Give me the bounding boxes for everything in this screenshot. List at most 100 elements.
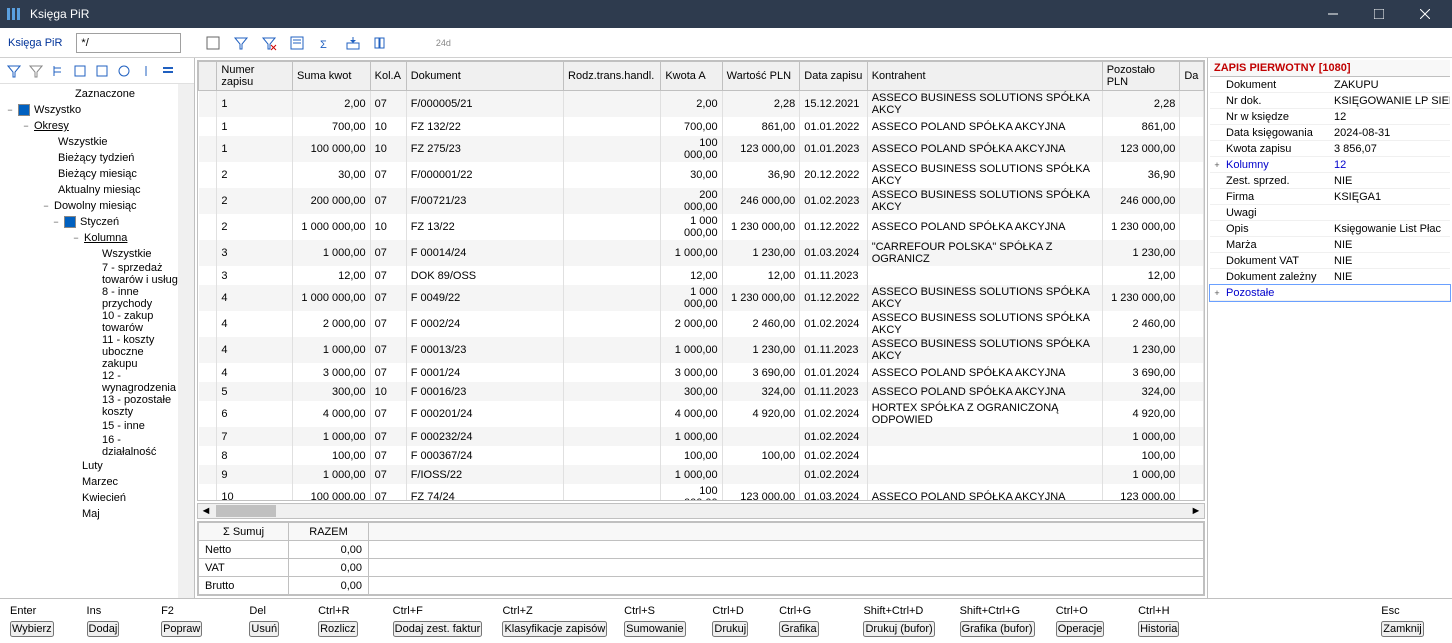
footer-button[interactable]: Klasyfikacje zapisów (502, 621, 607, 637)
search-input[interactable] (76, 33, 181, 53)
col-da[interactable]: Da (1180, 62, 1204, 91)
sb-filter-icon[interactable] (4, 61, 24, 81)
sb-tree-icon[interactable] (48, 61, 68, 81)
footer-button[interactable]: Drukuj (712, 621, 748, 637)
tree-marzec[interactable]: Marzec (80, 476, 118, 488)
import-icon[interactable] (341, 31, 365, 55)
tree-biez-mies[interactable]: Bieżący miesiąc (56, 168, 137, 180)
detail-row[interactable]: FirmaKSIĘGA1 (1210, 189, 1450, 205)
columns-icon[interactable] (369, 31, 393, 55)
footer-button[interactable]: Dodaj zest. faktur (393, 621, 483, 637)
table-row[interactable]: 2200 000,0007F/00721/23200 000,00246 000… (199, 188, 1204, 214)
footer-button[interactable]: Grafika (779, 621, 818, 637)
edit-icon[interactable] (285, 31, 309, 55)
minimize-button[interactable] (1310, 0, 1356, 28)
tree-k13[interactable]: 13 - pozostałe koszty (100, 394, 178, 418)
tree-k11[interactable]: 11 - koszty uboczne zakupu (100, 334, 178, 370)
table-row[interactable]: 43 000,0007F 0001/243 000,003 690,0001.0… (199, 363, 1204, 382)
tree-styczen[interactable]: Styczeń (78, 216, 119, 228)
grid-hscroll[interactable]: ◄► (197, 503, 1205, 519)
sb-settings-icon[interactable] (158, 61, 178, 81)
sb-collapse-icon[interactable] (92, 61, 112, 81)
tree-k15[interactable]: 15 - inne (100, 420, 145, 432)
footer-button[interactable]: Rozlicz (318, 621, 357, 637)
tree-k10[interactable]: 10 - zakup towarów (100, 310, 178, 334)
detail-row[interactable]: Nr dok.KSIĘGOWANIE LP SIER (1210, 93, 1450, 109)
sb-pin-icon[interactable] (136, 61, 156, 81)
tree-biez-tydz[interactable]: Bieżący tydzień (56, 152, 134, 164)
table-row[interactable]: 5300,0010F 00016/23300,00324,0001.11.202… (199, 382, 1204, 401)
table-row[interactable]: 21 000 000,0010FZ 13/221 000 000,001 230… (199, 214, 1204, 240)
detail-row[interactable]: Nr w księdze12 (1210, 109, 1450, 125)
col-sel[interactable] (199, 62, 217, 91)
tree-wszystko[interactable]: Wszystko (32, 104, 81, 116)
table-row[interactable]: 312,0007DOK 89/OSS12,0012,0001.11.202312… (199, 266, 1204, 285)
tree-k16[interactable]: 16 - działalność (100, 434, 178, 458)
maximize-button[interactable] (1356, 0, 1402, 28)
col-kwota[interactable]: Kwota A (661, 62, 722, 91)
col-kola[interactable]: Kol.A (370, 62, 406, 91)
tree-luty[interactable]: Luty (80, 460, 103, 472)
tree-scrollbar[interactable] (178, 84, 194, 598)
detail-row[interactable]: MarżaNIE (1210, 237, 1450, 253)
tree-k7[interactable]: 7 - sprzedaż towarów i usług (100, 262, 178, 286)
col-poz[interactable]: Pozostało PLN (1102, 62, 1180, 91)
col-dok[interactable]: Dokument (406, 62, 563, 91)
table-row[interactable]: 8100,0007F 000367/24100,00100,0001.02.20… (199, 446, 1204, 465)
tree-akt-mies[interactable]: Aktualny miesiąc (56, 184, 141, 196)
table-row[interactable]: 71 000,0007F 000232/241 000,0001.02.2024… (199, 427, 1204, 446)
detail-row[interactable]: +Kolumny12 (1210, 157, 1450, 173)
col-wart[interactable]: Wartość PLN (722, 62, 800, 91)
checkbox-toggle-icon[interactable] (201, 31, 225, 55)
table-row[interactable]: 12,0007F/000005/212,002,2815.12.2021ASSE… (199, 91, 1204, 118)
tree-okresy[interactable]: Okresy (32, 120, 69, 132)
footer-button[interactable]: Historia (1138, 621, 1179, 637)
footer-button[interactable]: Usuń (249, 621, 279, 637)
filter-icon[interactable] (229, 31, 253, 55)
table-row[interactable]: 41 000,0007F 00013/231 000,001 230,0001.… (199, 337, 1204, 363)
sb-expand-icon[interactable] (70, 61, 90, 81)
schedule-24d-icon[interactable]: 24d (431, 31, 455, 55)
sum-header[interactable]: Σ Sumuj (199, 523, 289, 541)
table-row[interactable]: 64 000,0007F 000201/244 000,004 920,0001… (199, 401, 1204, 427)
col-kontr[interactable]: Kontrahent (867, 62, 1102, 91)
tree-k12[interactable]: 12 - wynagrodzenia (100, 370, 178, 394)
footer-button[interactable]: Drukuj (bufor) (863, 621, 934, 637)
tree-k-wszystkie[interactable]: Wszystkie (100, 248, 152, 260)
col-data[interactable]: Data zapisu (800, 62, 867, 91)
tree-zaznaczone[interactable]: Zaznaczone (73, 88, 135, 100)
table-row[interactable]: 42 000,0007F 0002/242 000,002 460,0001.0… (199, 311, 1204, 337)
tree-dowolny[interactable]: Dowolny miesiąc (52, 200, 137, 212)
footer-button[interactable]: Wybierz (10, 621, 54, 637)
table-row[interactable]: 1100 000,0010FZ 275/23100 000,00123 000,… (199, 136, 1204, 162)
detail-row[interactable]: +Pozostałe (1210, 285, 1450, 301)
footer-button[interactable]: Popraw (161, 621, 202, 637)
table-row[interactable]: 1700,0010FZ 132/22700,00861,0001.01.2022… (199, 117, 1204, 136)
detail-row[interactable]: Data księgowania2024-08-31 (1210, 125, 1450, 141)
tree-k8[interactable]: 8 - inne przychody (100, 286, 178, 310)
detail-row[interactable]: Uwagi (1210, 205, 1450, 221)
detail-row[interactable]: DokumentZAKUPU (1210, 77, 1450, 93)
tree-kolumna[interactable]: Kolumna (82, 232, 127, 244)
close-button[interactable] (1402, 0, 1448, 28)
tree-kwiecien[interactable]: Kwiecień (80, 492, 126, 504)
detail-row[interactable]: Zest. sprzed.NIE (1210, 173, 1450, 189)
sb-refresh-icon[interactable] (114, 61, 134, 81)
col-suma[interactable]: Suma kwot (293, 62, 371, 91)
detail-row[interactable]: Kwota zapisu3 856,07 (1210, 141, 1450, 157)
footer-button[interactable]: Sumowanie (624, 621, 685, 637)
tree-wszystkie[interactable]: Wszystkie (56, 136, 108, 148)
footer-button[interactable]: Dodaj (87, 621, 120, 637)
col-numer[interactable]: Numer zapisu (217, 62, 293, 91)
detail-row[interactable]: OpisKsięgowanie List Płac (1210, 221, 1450, 237)
table-row[interactable]: 91 000,0007F/IOSS/221 000,0001.02.20241 … (199, 465, 1204, 484)
data-grid[interactable]: Numer zapisu Suma kwot Kol.A Dokument Ro… (197, 60, 1205, 501)
tree-maj[interactable]: Maj (80, 508, 100, 520)
table-row[interactable]: 41 000 000,0007F 0049/221 000 000,001 23… (199, 285, 1204, 311)
tree-view[interactable]: Zaznaczone −Wszystko −Okresy Wszystkie B… (0, 84, 178, 598)
sb-filter-off-icon[interactable] (26, 61, 46, 81)
table-row[interactable]: 10100 000,0007FZ 74/24100 000,00123 000,… (199, 484, 1204, 501)
filter-clear-icon[interactable] (257, 31, 281, 55)
footer-button[interactable]: Operacje (1056, 621, 1105, 637)
detail-row[interactable]: Dokument VATNIE (1210, 253, 1450, 269)
